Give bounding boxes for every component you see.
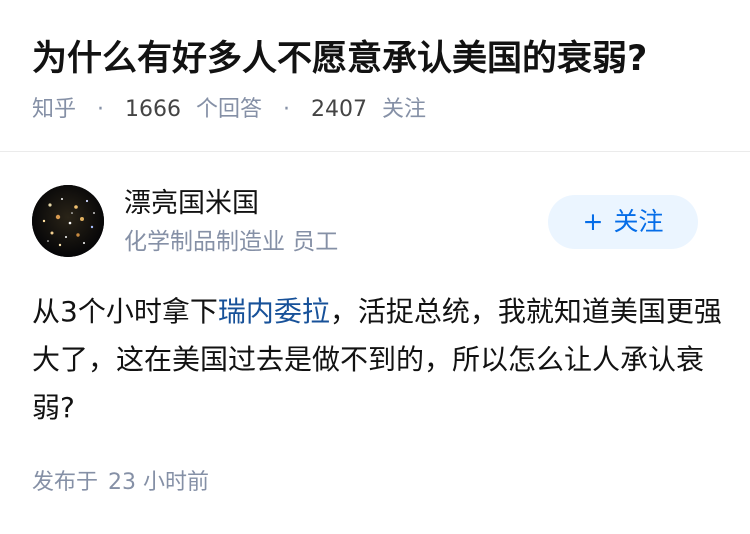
follower-count: 2407	[311, 97, 368, 122]
author-name[interactable]: 漂亮国米国	[124, 186, 259, 222]
plus-icon: +	[582, 207, 604, 236]
published-time: 23 小时前	[108, 470, 210, 495]
answer-content: 从3个小时拿下瑞内委拉，活捉总统，我就知道美国更强大了，这在美国过去是做不到的，…	[32, 288, 722, 432]
zhihu-answer-card: 为什么有好多人不愿意承认美国的衰弱? 知乎 · 1666 个回答 · 2407 …	[0, 0, 750, 534]
follower-count-label: 关注	[382, 97, 427, 122]
question-meta: 知乎 · 1666 个回答 · 2407 关注	[32, 94, 426, 126]
meta-separator: ·	[97, 97, 105, 122]
follow-button[interactable]: + 关注	[548, 195, 698, 249]
published-label: 发布于	[32, 470, 99, 495]
publish-time: 发布于 23 小时前	[32, 467, 209, 499]
follow-button-label: 关注	[613, 207, 664, 236]
author-headline: 化学制品制造业 员工	[124, 229, 339, 255]
answer-count-label: 个回答	[196, 97, 263, 122]
meta-separator: ·	[283, 97, 291, 122]
starfield-avatar-icon	[32, 185, 104, 257]
answer-count: 1666	[125, 97, 182, 122]
question-title[interactable]: 为什么有好多人不愿意承认美国的衰弱?	[32, 36, 647, 82]
source-label[interactable]: 知乎	[32, 97, 76, 122]
question-header: 为什么有好多人不愿意承认美国的衰弱? 知乎 · 1666 个回答 · 2407 …	[0, 0, 750, 152]
answer-text: 从3个小时拿下	[32, 295, 218, 328]
avatar[interactable]	[32, 185, 104, 257]
keyword-link[interactable]: 瑞内委拉	[218, 295, 330, 328]
